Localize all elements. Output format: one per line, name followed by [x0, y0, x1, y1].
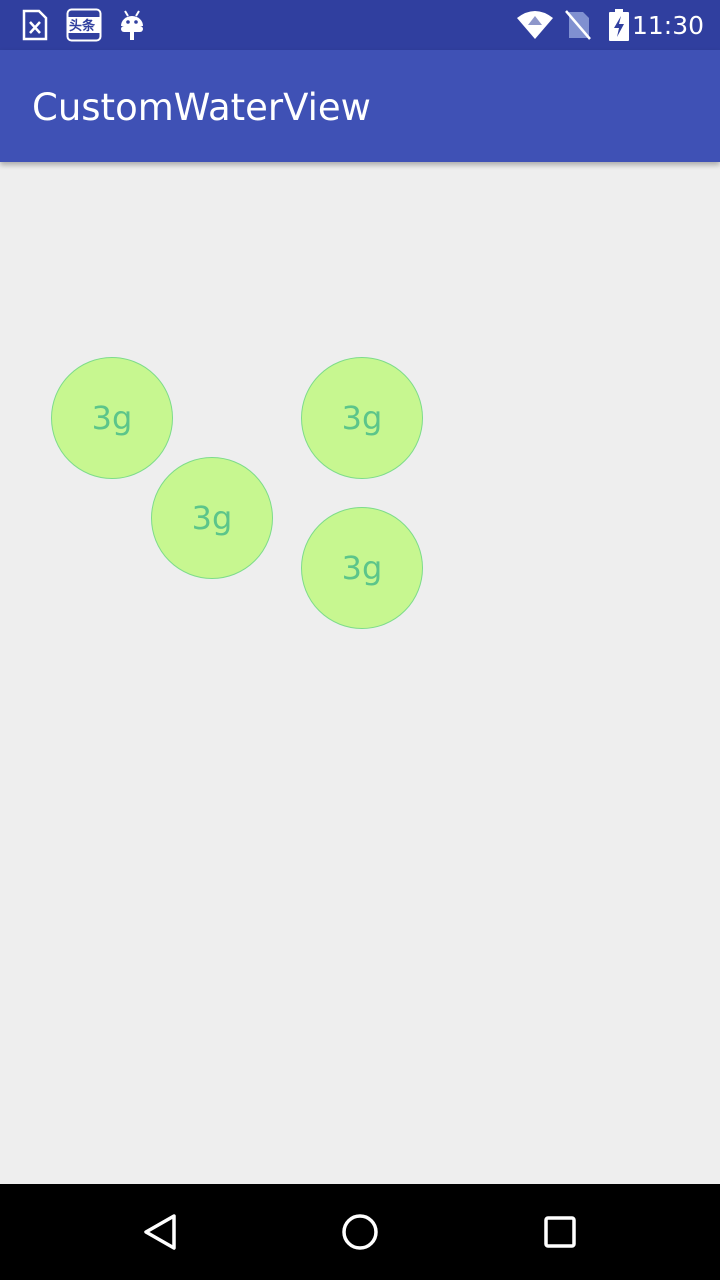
water-bubble[interactable]: 3g — [301, 507, 423, 629]
recents-icon[interactable] — [536, 1208, 584, 1256]
bubble-label: 3g — [341, 399, 383, 437]
water-bubble[interactable]: 3g — [151, 457, 273, 579]
bubble-label: 3g — [191, 499, 233, 537]
water-bubble[interactable]: 3g — [301, 357, 423, 479]
app-bar: CustomWaterView — [0, 50, 720, 162]
sim-card-error-icon — [22, 9, 48, 41]
android-debug-icon — [118, 9, 146, 41]
status-time: 11:30 — [631, 11, 704, 40]
bubble-label: 3g — [341, 549, 383, 587]
navigation-bar — [0, 1184, 720, 1280]
battery-charging-icon — [608, 8, 630, 41]
water-view: 3g 3g 3g 3g — [0, 162, 720, 1184]
water-bubble[interactable]: 3g — [51, 357, 173, 479]
toutiao-label: 头条 — [69, 19, 96, 34]
app-title: CustomWaterView — [32, 86, 371, 129]
no-sim-icon — [564, 9, 592, 41]
wifi-icon — [516, 10, 554, 42]
back-icon[interactable] — [136, 1208, 184, 1256]
status-bar: 头条 11:30 — [0, 0, 720, 50]
home-icon[interactable] — [336, 1208, 384, 1256]
bubble-label: 3g — [91, 399, 133, 437]
